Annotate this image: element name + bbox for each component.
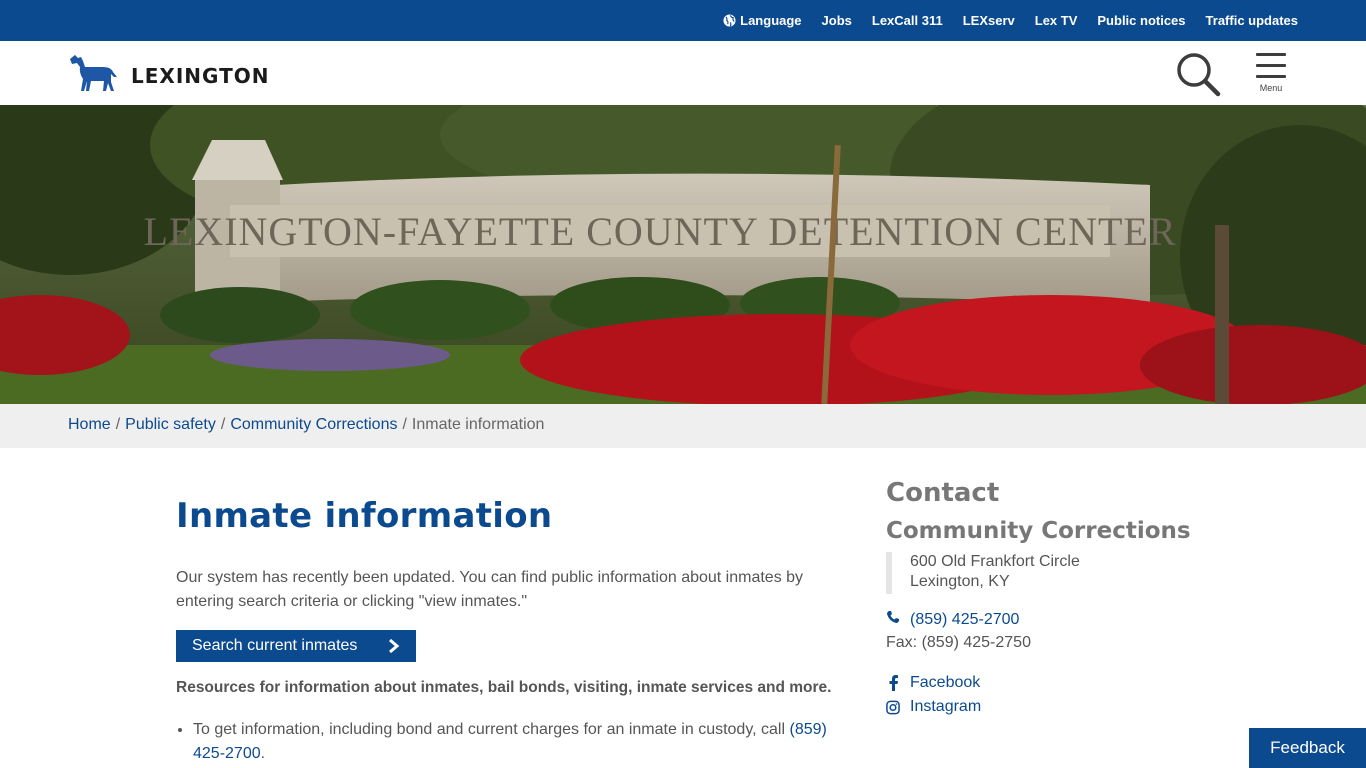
breadcrumb-community-corrections[interactable]: Community Corrections (230, 416, 397, 433)
phone-link[interactable]: (859) 425-2700 (910, 611, 1019, 629)
contact-fax: Fax: (859) 425-2750 (886, 634, 1031, 651)
breadcrumb-public-safety[interactable]: Public safety (125, 416, 216, 433)
breadcrumb-separator: / (220, 416, 226, 433)
list-item: To get information, including bond and c… (193, 718, 843, 766)
traffic-updates-link[interactable]: Traffic updates (1206, 13, 1298, 28)
globe-icon (723, 14, 736, 27)
intro-text: Our system has recently been updated. Yo… (176, 569, 804, 610)
search-icon (1175, 53, 1221, 101)
facebook-icon (886, 675, 900, 691)
lexserv-link[interactable]: LEXserv (963, 13, 1015, 28)
contact-heading: Contact (886, 478, 1000, 508)
list-item-end: . (260, 745, 266, 762)
menu-button[interactable]: Menu (1254, 53, 1288, 97)
contact-org: Community Corrections (886, 518, 1191, 544)
breadcrumb-separator: / (402, 416, 407, 433)
breadcrumb-separator: / (115, 416, 121, 433)
feedback-button[interactable]: Feedback (1249, 728, 1366, 768)
breadcrumb-home[interactable]: Home (68, 416, 111, 433)
breadcrumb: Home / Public safety / Community Corrections… (0, 404, 1366, 448)
instagram-row: Instagram (886, 698, 981, 716)
language-link[interactable]: Language (723, 13, 802, 28)
breadcrumb-current: Inmate information (411, 416, 545, 433)
search-button[interactable] (1175, 51, 1221, 97)
facebook-link[interactable]: Facebook (910, 674, 980, 692)
utility-nav: Language Jobs LexCall 311 LEXserv Lex TV… (723, 0, 1298, 41)
facebook-row: Facebook (886, 674, 980, 692)
jobs-link[interactable]: Jobs (822, 13, 852, 28)
lexcall-link[interactable]: LexCall 311 (872, 13, 943, 28)
public-notices-link[interactable]: Public notices (1097, 13, 1185, 28)
search-current-inmates-button[interactable]: Search current inmates (176, 630, 416, 662)
contact-address: 600 Old Frankfort Circle Lexington, KY (886, 552, 1080, 594)
site-header: LEXINGTON Menu (0, 41, 1366, 105)
hero-image: LEXINGTON-FAYETTE COUNTY DETENTION CENTE… (0, 105, 1366, 404)
instagram-icon (886, 700, 900, 715)
address-line2: Lexington, KY (910, 573, 1010, 590)
contact-phone: (859) 425-2700 (886, 610, 1019, 629)
page-title: Inmate information (176, 496, 553, 536)
menu-label: Menu (1259, 83, 1283, 93)
lextv-link[interactable]: Lex TV (1035, 13, 1078, 28)
sign-text: LEXINGTON-FAYETTE COUNTY DETENTION CENTE… (143, 209, 1176, 254)
hamburger-icon (1254, 53, 1288, 78)
horse-logo-icon (67, 53, 119, 98)
info-list: To get information, including bond and c… (193, 718, 843, 766)
list-item-text: To get information, including bond and c… (193, 721, 790, 738)
address-line1: 600 Old Frankfort Circle (910, 553, 1080, 570)
site-logo[interactable]: LEXINGTON (67, 53, 269, 98)
phone-icon (886, 610, 900, 629)
language-label: Language (740, 13, 802, 28)
logo-wordmark: LEXINGTON (131, 63, 270, 88)
resources-heading: Resources for information about inmates,… (176, 679, 832, 696)
chevron-right-icon (388, 638, 400, 659)
utility-bar: Language Jobs LexCall 311 LEXserv Lex TV… (0, 0, 1366, 41)
instagram-link[interactable]: Instagram (910, 698, 981, 716)
search-inmates-label: Search current inmates (192, 637, 358, 654)
